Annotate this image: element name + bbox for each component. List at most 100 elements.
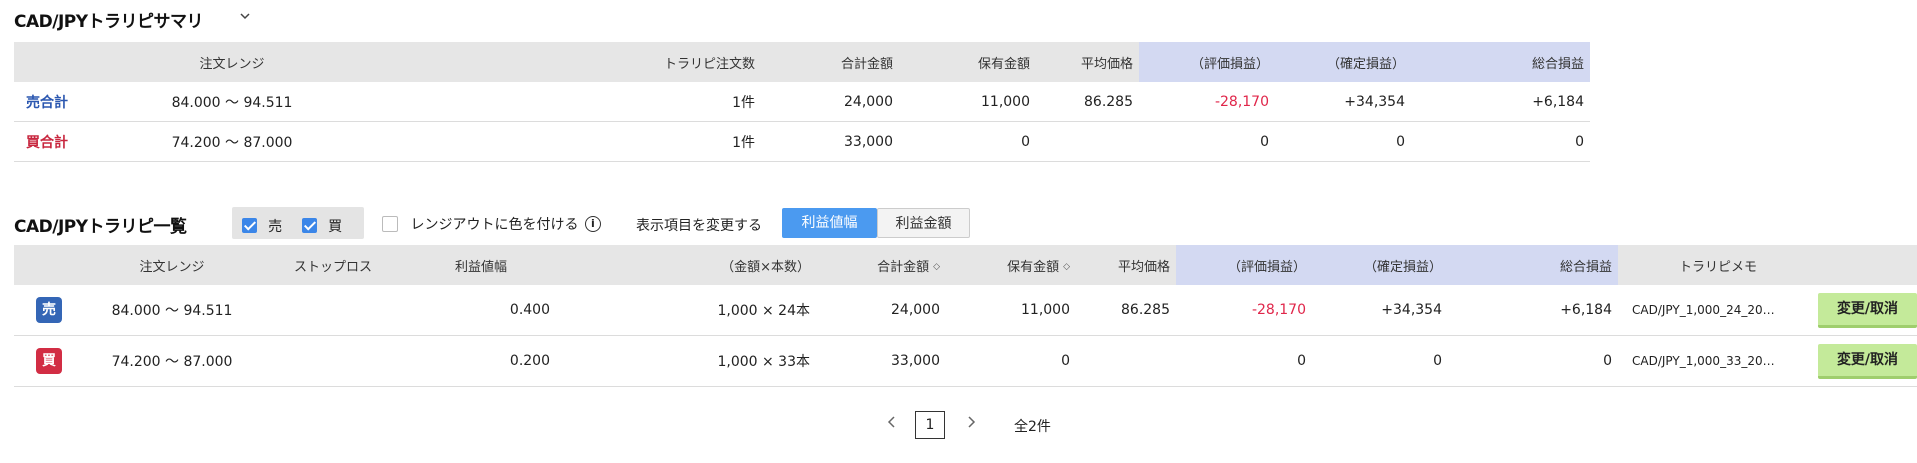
sell-total-label: 売合計: [14, 82, 106, 122]
chevron-left-icon: [887, 416, 895, 428]
col-memo: トラリピメモ: [1618, 245, 1818, 285]
realized-value: 0: [1312, 335, 1448, 387]
held-value: 11,000: [946, 285, 1076, 336]
realized-value: 0: [1275, 121, 1411, 162]
range-value: 74.200 〜 87.000: [84, 335, 260, 387]
total-value: 24,000: [816, 285, 946, 336]
profit-width-value: 0.200: [406, 335, 556, 387]
table-row: 売 84.000 〜 94.511 0.400 1,000 × 24本 24,0…: [14, 285, 1917, 336]
checkbox-checked-icon: [242, 218, 257, 233]
buy-filter-checkbox[interactable]: 買: [302, 215, 342, 236]
prev-page-button[interactable]: [886, 414, 898, 434]
range-color-option[interactable]: レンジアウトに色を付ける i: [382, 214, 601, 234]
sell-filter-label: 売: [268, 218, 283, 235]
col-range: 注文レンジ: [84, 245, 260, 285]
list-table: 注文レンジ ストップロス 利益値幅 （金額×本数） 合計金額 ◇ 保有金額 ◇ 平均…: [14, 245, 1917, 387]
col-overall: 総合損益: [1411, 42, 1590, 82]
held-value: 0: [899, 121, 1036, 162]
action-cell: 変更/取消: [1818, 285, 1917, 336]
stoploss-value: [260, 335, 406, 387]
change-display-link[interactable]: 表示項目を変更する: [636, 215, 762, 235]
col-overall: 総合損益: [1448, 245, 1618, 285]
sort-icon: ◇: [1063, 262, 1070, 272]
held-value: 0: [946, 335, 1076, 387]
unrealized-value: -28,170: [1139, 82, 1275, 122]
col-count: トラリピ注文数: [358, 42, 761, 82]
sell-filter-checkbox[interactable]: 売: [242, 215, 282, 236]
next-page-button[interactable]: [965, 414, 977, 434]
range-value: 84.000 〜 94.511: [106, 82, 358, 122]
buy-badge: 買: [36, 348, 62, 374]
overall-value: +6,184: [1448, 285, 1618, 336]
modify-cancel-button[interactable]: 変更/取消: [1818, 292, 1917, 328]
checkbox-unchecked-icon: [382, 216, 398, 232]
col-avg: 平均価格: [1036, 42, 1139, 82]
avg-value: [1076, 335, 1176, 387]
side-cell: 売: [14, 285, 84, 336]
info-icon[interactable]: i: [584, 216, 601, 232]
count-value: 1件: [358, 82, 761, 122]
summary-row-buy: 買合計 74.200 〜 87.000 1件 33,000 0 0 0 0: [14, 121, 1590, 162]
realized-value: +34,354: [1312, 285, 1448, 336]
col-stoploss: ストップロス: [260, 245, 406, 285]
buy-total-label: 買合計: [14, 121, 106, 162]
memo-value: CAD/JPY_1,000_33_20…: [1618, 335, 1818, 387]
modify-cancel-button[interactable]: 変更/取消: [1818, 343, 1917, 379]
avg-value: 86.285: [1036, 82, 1139, 122]
range-color-label: レンジアウトに色を付ける: [410, 217, 579, 233]
col-realized: （確定損益）: [1275, 42, 1411, 82]
unrealized-value: 0: [1139, 121, 1275, 162]
col-total[interactable]: 合計金額 ◇: [816, 245, 946, 285]
sort-icon: ◇: [933, 262, 940, 272]
col-profit-width: 利益値幅: [406, 245, 556, 285]
memo-value: CAD/JPY_1,000_24_20…: [1618, 285, 1818, 336]
summary-row-sell: 売合計 84.000 〜 94.511 1件 24,000 11,000 86.…: [14, 82, 1590, 122]
overall-value: +6,184: [1411, 82, 1590, 122]
checkbox-checked-icon: [302, 218, 317, 233]
col-unrealized: （評価損益）: [1176, 245, 1312, 285]
col-total-label: 合計金額: [877, 259, 930, 275]
page-number-current[interactable]: 1: [915, 411, 945, 439]
list-header-row: 注文レンジ ストップロス 利益値幅 （金額×本数） 合計金額 ◇ 保有金額 ◇ 平均…: [14, 245, 1917, 285]
overall-value: 0: [1411, 121, 1590, 162]
held-value: 11,000: [899, 82, 1036, 122]
stoploss-value: [260, 285, 406, 336]
col-held: 保有金額: [899, 42, 1036, 82]
summary-title: CAD/JPYトラリピサマリ: [14, 12, 204, 32]
amount-value: 1,000 × 33本: [556, 335, 816, 387]
total-value: 24,000: [761, 82, 899, 122]
range-value: 84.000 〜 94.511: [84, 285, 260, 336]
total-count: 全2件: [1014, 419, 1051, 435]
overall-value: 0: [1448, 335, 1618, 387]
count-value: 1件: [358, 121, 761, 162]
col-range: 注文レンジ: [106, 42, 358, 82]
action-cell: 変更/取消: [1818, 335, 1917, 387]
summary-table: 注文レンジ トラリピ注文数 合計金額 保有金額 平均価格 （評価損益） （確定損…: [14, 42, 1590, 162]
col-unrealized: （評価損益）: [1139, 42, 1275, 82]
list-title: CAD/JPYトラリピ一覧: [14, 217, 187, 237]
chevron-right-icon: [968, 416, 976, 428]
col-held[interactable]: 保有金額 ◇: [946, 245, 1076, 285]
table-row: 買 74.200 〜 87.000 0.200 1,000 × 33本 33,0…: [14, 335, 1917, 387]
unrealized-value: -28,170: [1176, 285, 1312, 336]
col-total: 合計金額: [761, 42, 899, 82]
total-value: 33,000: [761, 121, 899, 162]
side-filter: 売 買: [232, 207, 364, 239]
col-avg: 平均価格: [1076, 245, 1176, 285]
side-cell: 買: [14, 335, 84, 387]
amount-value: 1,000 × 24本: [556, 285, 816, 336]
avg-value: 86.285: [1076, 285, 1176, 336]
col-amount: （金額×本数）: [556, 245, 816, 285]
profit-width-toggle[interactable]: 利益値幅: [782, 208, 877, 238]
profit-width-value: 0.400: [406, 285, 556, 336]
avg-value: [1036, 121, 1139, 162]
buy-filter-label: 買: [328, 218, 343, 235]
summary-header-row: 注文レンジ トラリピ注文数 合計金額 保有金額 平均価格 （評価損益） （確定損…: [14, 42, 1590, 82]
chevron-down-icon[interactable]: [238, 9, 252, 27]
col-held-label: 保有金額: [1007, 259, 1060, 275]
unrealized-value: 0: [1176, 335, 1312, 387]
profit-amount-toggle[interactable]: 利益金額: [877, 208, 970, 238]
col-realized: （確定損益）: [1312, 245, 1448, 285]
sell-badge: 売: [36, 297, 62, 323]
range-value: 74.200 〜 87.000: [106, 121, 358, 162]
